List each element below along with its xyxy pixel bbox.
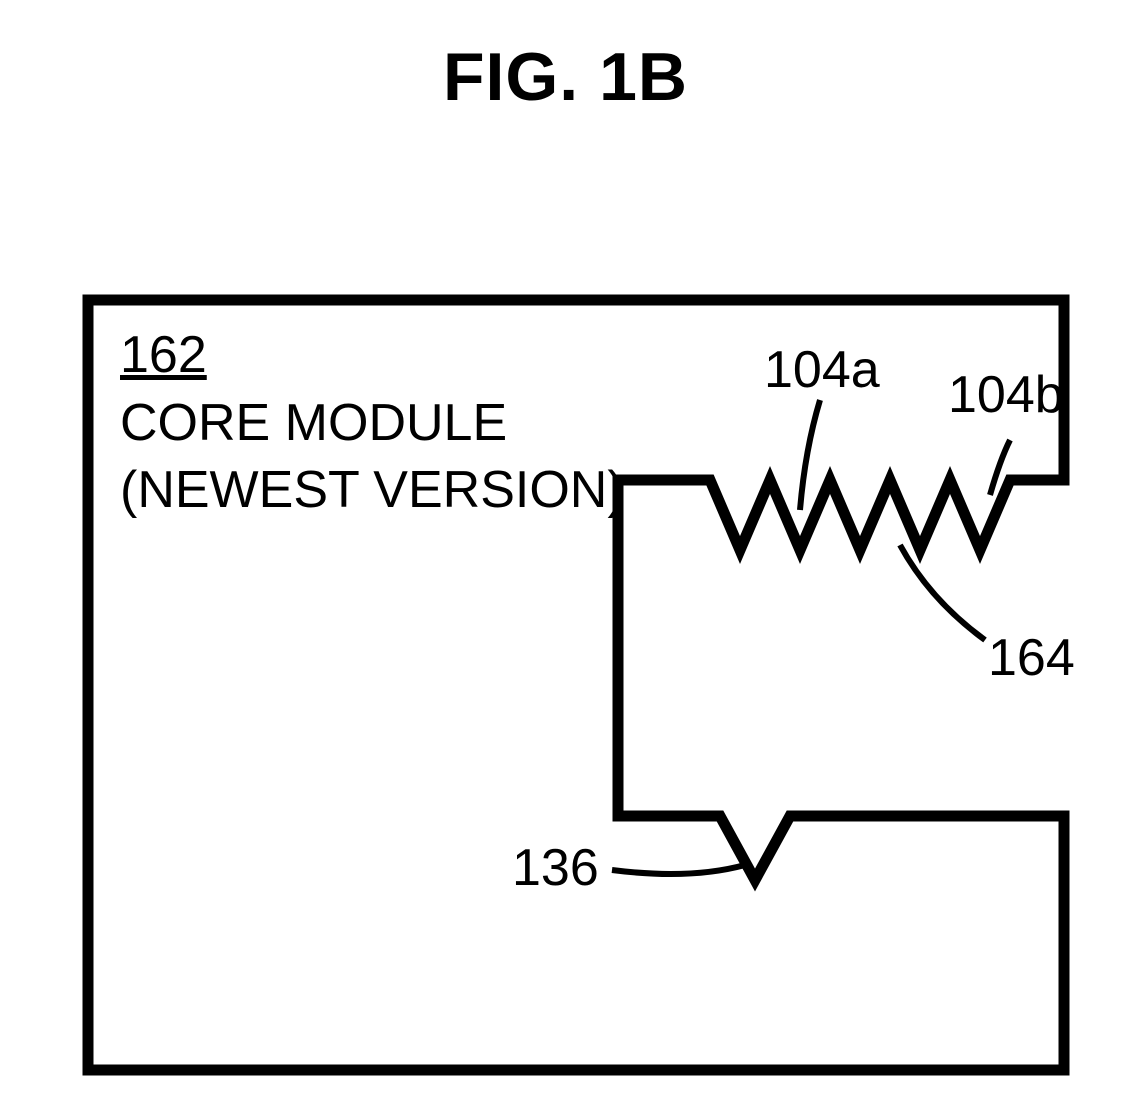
module-name-line2: (NEWEST VERSION): [120, 460, 625, 520]
ref-104b: 104b: [948, 365, 1064, 425]
leader-136: [612, 865, 745, 874]
ref-136: 136: [512, 838, 599, 898]
leader-104a: [800, 400, 820, 510]
module-name-line1: CORE MODULE: [120, 393, 507, 453]
diagram-svg: [0, 0, 1131, 1115]
leader-164: [900, 545, 985, 640]
ref-164: 164: [988, 628, 1075, 688]
ref-104a: 104a: [764, 340, 880, 400]
ref-162: 162: [120, 325, 207, 385]
